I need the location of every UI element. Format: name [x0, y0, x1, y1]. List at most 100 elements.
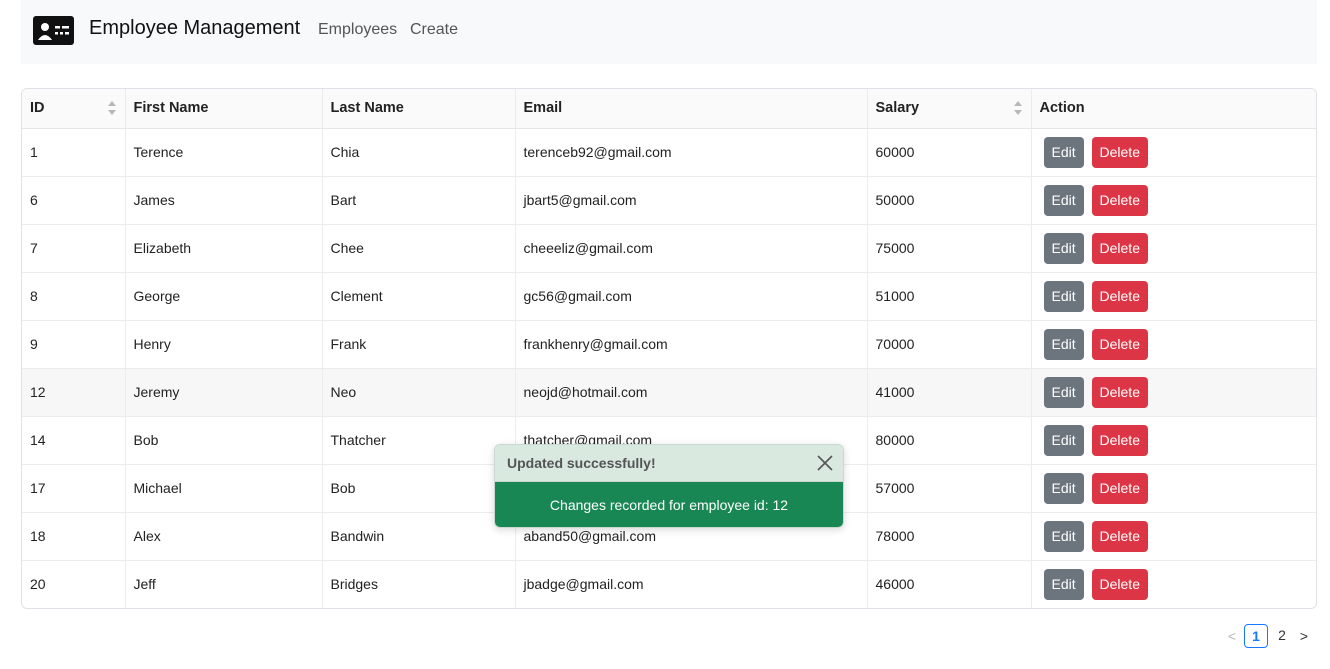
- delete-button[interactable]: Delete: [1091, 280, 1148, 312]
- cell-salary: 57000: [867, 464, 1032, 513]
- cell-last-name: Bandwin: [322, 512, 516, 561]
- delete-button[interactable]: Delete: [1091, 424, 1148, 456]
- column-header-label: Action: [1039, 100, 1085, 117]
- sort-icon[interactable]: [107, 101, 117, 115]
- table-row: 8 George Clement gc56@gmail.com 51000 Ed…: [22, 272, 1316, 321]
- cell-id: 20: [22, 560, 126, 608]
- cell-id: 17: [22, 464, 126, 513]
- cell-last-name: Frank: [322, 320, 516, 369]
- column-header-label: Email: [523, 100, 563, 117]
- column-header-salary[interactable]: Salary: [867, 89, 1032, 129]
- edit-button[interactable]: Edit: [1043, 184, 1084, 216]
- close-icon[interactable]: [815, 453, 835, 473]
- column-header-label: Last Name: [330, 100, 404, 117]
- edit-button[interactable]: Edit: [1043, 280, 1084, 312]
- cell-last-name: Thatcher: [322, 416, 516, 465]
- cell-first-name: James: [125, 176, 323, 225]
- cell-first-name: Michael: [125, 464, 323, 513]
- cell-action: Edit Delete: [1031, 272, 1316, 321]
- toast-title: Updated successfully!: [507, 455, 656, 471]
- cell-first-name: Bob: [125, 416, 323, 465]
- column-header-email: Email: [515, 89, 868, 129]
- pagination: < 1 2 >: [1222, 624, 1314, 648]
- cell-action: Edit Delete: [1031, 512, 1316, 561]
- edit-button[interactable]: Edit: [1043, 520, 1084, 552]
- table-row: 6 James Bart jbart5@gmail.com 50000 Edit…: [22, 176, 1316, 225]
- cell-salary: 80000: [867, 416, 1032, 465]
- edit-button[interactable]: Edit: [1043, 232, 1084, 264]
- delete-button[interactable]: Delete: [1091, 328, 1148, 360]
- edit-button[interactable]: Edit: [1043, 568, 1084, 600]
- delete-button[interactable]: Delete: [1091, 232, 1148, 264]
- cell-last-name: Bridges: [322, 560, 516, 608]
- column-header-label: Salary: [875, 100, 920, 117]
- cell-email: gc56@gmail.com: [515, 272, 868, 321]
- delete-button[interactable]: Delete: [1091, 184, 1148, 216]
- column-header-last-name: Last Name: [322, 89, 516, 129]
- column-header-first-name: First Name: [125, 89, 323, 129]
- cell-salary: 70000: [867, 320, 1032, 369]
- employee-id-card-icon: [33, 16, 74, 45]
- cell-first-name: Henry: [125, 320, 323, 369]
- cell-salary: 50000: [867, 176, 1032, 225]
- delete-button[interactable]: Delete: [1091, 472, 1148, 504]
- cell-id: 18: [22, 512, 126, 561]
- edit-button[interactable]: Edit: [1043, 472, 1084, 504]
- cell-last-name: Bob: [322, 464, 516, 513]
- cell-email: cheeeliz@gmail.com: [515, 224, 868, 273]
- delete-button[interactable]: Delete: [1091, 520, 1148, 552]
- sort-icon[interactable]: [1013, 101, 1023, 115]
- cell-id: 12: [22, 368, 126, 417]
- cell-email: neojd@hotmail.com: [515, 368, 868, 417]
- cell-id: 14: [22, 416, 126, 465]
- cell-action: Edit Delete: [1031, 464, 1316, 513]
- edit-button[interactable]: Edit: [1043, 424, 1084, 456]
- cell-email: jbart5@gmail.com: [515, 176, 868, 225]
- cell-email: jbadge@gmail.com: [515, 560, 868, 608]
- brand-title[interactable]: Employee Management: [89, 17, 300, 40]
- cell-last-name: Clement: [322, 272, 516, 321]
- page-1[interactable]: 1: [1244, 624, 1268, 648]
- cell-last-name: Bart: [322, 176, 516, 225]
- column-header-label: First Name: [133, 100, 209, 117]
- edit-button[interactable]: Edit: [1043, 376, 1084, 408]
- pagination-prev-icon[interactable]: <: [1222, 628, 1242, 644]
- cell-salary: 78000: [867, 512, 1032, 561]
- cell-email: terenceb92@gmail.com: [515, 128, 868, 177]
- cell-id: 9: [22, 320, 126, 369]
- delete-button[interactable]: Delete: [1091, 376, 1148, 408]
- table-row: 1 Terence Chia terenceb92@gmail.com 6000…: [22, 128, 1316, 177]
- column-header-action: Action: [1031, 89, 1316, 129]
- cell-last-name: Neo: [322, 368, 516, 417]
- cell-action: Edit Delete: [1031, 176, 1316, 225]
- cell-action: Edit Delete: [1031, 416, 1316, 465]
- cell-first-name: Alex: [125, 512, 323, 561]
- cell-first-name: George: [125, 272, 323, 321]
- table-header-row: ID First Name Last Name Email Salary Act…: [22, 89, 1316, 129]
- cell-action: Edit Delete: [1031, 368, 1316, 417]
- page-2[interactable]: 2: [1270, 624, 1294, 648]
- cell-action: Edit Delete: [1031, 560, 1316, 608]
- delete-button[interactable]: Delete: [1091, 136, 1148, 168]
- nav-employees[interactable]: Employees: [318, 21, 397, 39]
- cell-first-name: Jeremy: [125, 368, 323, 417]
- success-toast: Updated successfully! Changes recorded f…: [494, 444, 844, 528]
- cell-id: 6: [22, 176, 126, 225]
- toast-message: Changes recorded for employee id: 12: [549, 497, 789, 513]
- pagination-next-icon[interactable]: >: [1294, 628, 1314, 644]
- cell-salary: 51000: [867, 272, 1032, 321]
- cell-action: Edit Delete: [1031, 128, 1316, 177]
- delete-button[interactable]: Delete: [1091, 568, 1148, 600]
- edit-button[interactable]: Edit: [1043, 328, 1084, 360]
- table-row: 7 Elizabeth Chee cheeeliz@gmail.com 7500…: [22, 224, 1316, 273]
- navbar: Employee Management Employees Create: [21, 0, 1317, 64]
- cell-email: frankhenry@gmail.com: [515, 320, 868, 369]
- toast-header: Updated successfully!: [495, 445, 843, 482]
- edit-button[interactable]: Edit: [1043, 136, 1084, 168]
- cell-first-name: Elizabeth: [125, 224, 323, 273]
- cell-id: 7: [22, 224, 126, 273]
- column-header-id[interactable]: ID: [22, 89, 126, 129]
- nav-create[interactable]: Create: [410, 21, 458, 39]
- table-row: 12 Jeremy Neo neojd@hotmail.com 41000 Ed…: [22, 368, 1316, 417]
- cell-id: 8: [22, 272, 126, 321]
